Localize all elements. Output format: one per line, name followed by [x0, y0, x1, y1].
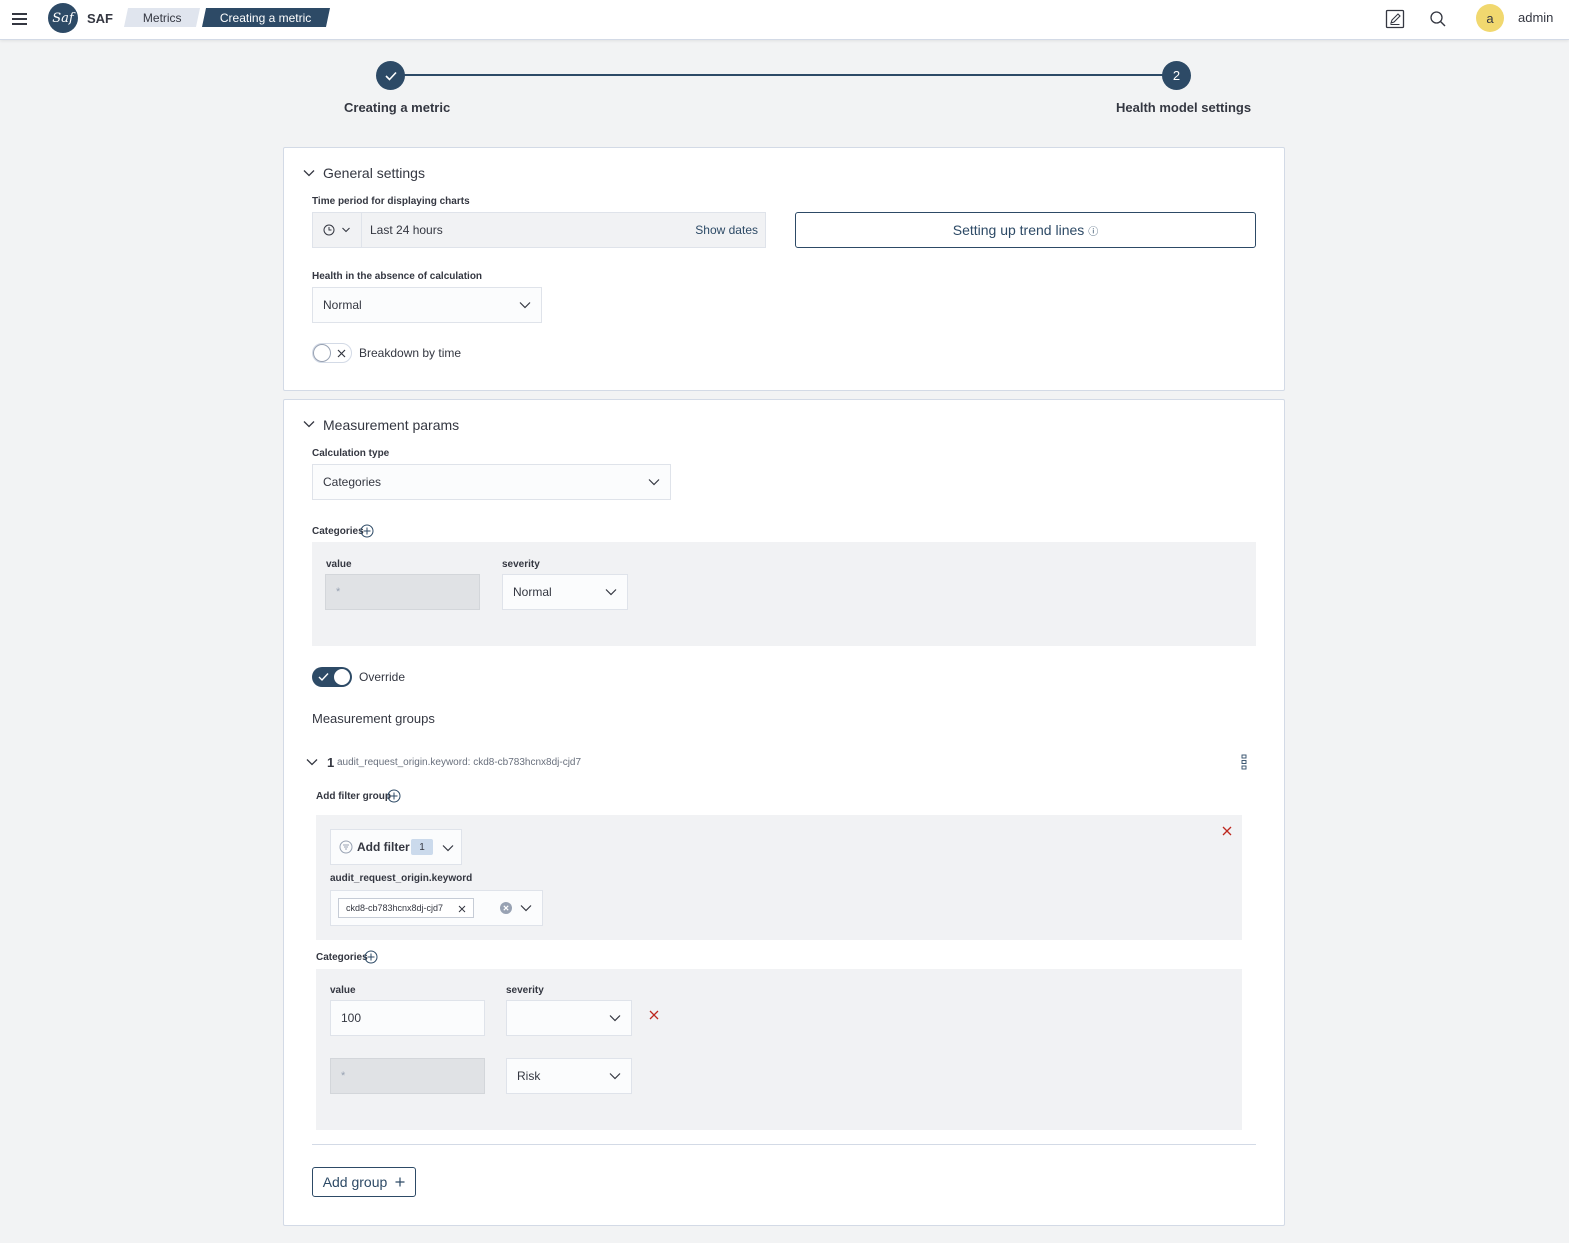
filter-count-badge: 1	[411, 839, 433, 855]
divider	[312, 1144, 1256, 1145]
severity-value: Normal	[513, 585, 552, 599]
breadcrumb-current: Creating a metric	[201, 8, 331, 27]
show-dates-link[interactable]: Show dates	[695, 223, 758, 237]
group-categories-box: value severity 100 * Risk	[316, 969, 1242, 1130]
categories-label: Categories	[312, 526, 364, 537]
remove-filter-group-icon[interactable]	[1221, 825, 1233, 837]
time-period-picker: Last 24 hours Show dates	[312, 212, 766, 248]
chevron-down-icon	[648, 479, 660, 486]
chevron-down-icon	[609, 1073, 621, 1080]
add-filter-group-label: Add filter group	[316, 791, 391, 802]
app-logo[interactable]: Saf	[48, 3, 78, 33]
filter-icon	[339, 840, 353, 854]
add-filter-label: Add filter	[357, 840, 410, 854]
clock-icon	[323, 224, 335, 236]
filter-group-box: Add filter 1 audit_request_origin.keywor…	[316, 815, 1242, 940]
category-value-input[interactable]: 100	[330, 1000, 485, 1036]
measurement-params-title: Measurement params	[323, 417, 460, 433]
add-group-label: Add group	[322, 1174, 388, 1190]
user-avatar[interactable]: a	[1476, 4, 1504, 32]
chevron-down-icon	[605, 589, 617, 596]
check-icon	[318, 673, 329, 682]
search-icon[interactable]	[1428, 9, 1448, 29]
filter-chip-text: ckd8-cb783hcnx8dj-cjd7	[346, 903, 444, 913]
category-severity-select[interactable]	[506, 1000, 632, 1036]
override-label: Override	[359, 670, 406, 684]
default-categories-box: value severity * Normal	[312, 542, 1256, 646]
breadcrumb-metrics[interactable]: Metrics	[123, 8, 201, 27]
clear-icon[interactable]	[499, 901, 513, 915]
app-name: SAF	[87, 11, 113, 26]
default-category-value: *	[325, 574, 480, 610]
value-header: value	[326, 559, 352, 570]
step-2-label: Health model settings	[1116, 100, 1252, 115]
filter-value-combobox[interactable]: ckd8-cb783hcnx8dj-cjd7	[330, 890, 543, 926]
default-category-severity-select[interactable]: Risk	[506, 1058, 632, 1094]
add-filter-group-icon[interactable]	[387, 789, 401, 803]
chevron-down-icon[interactable]	[442, 842, 454, 854]
group-categories-label: Categories	[316, 952, 368, 963]
breakdown-toggle[interactable]	[312, 343, 352, 363]
measurement-groups-title: Measurement groups	[312, 711, 435, 726]
health-select-value: Normal	[323, 298, 362, 312]
general-settings-panel: General settings Time period for display…	[283, 147, 1285, 391]
chevron-down-icon	[342, 227, 350, 233]
general-settings-title: General settings	[323, 165, 425, 181]
severity-header: severity	[502, 559, 540, 570]
remove-chip-icon[interactable]	[458, 905, 466, 913]
calc-type-select[interactable]: Categories	[312, 464, 671, 500]
more-options-icon[interactable]	[1241, 754, 1247, 770]
filter-field-label: audit_request_origin.keyword	[330, 873, 473, 884]
override-toggle[interactable]	[312, 667, 352, 687]
group-description: audit_request_origin.keyword: ckd8-cb783…	[337, 757, 582, 768]
calc-type-label: Calculation type	[312, 448, 390, 459]
default-category-value: *	[330, 1058, 485, 1094]
cross-icon	[337, 349, 346, 358]
add-group-button[interactable]: Add group	[312, 1167, 416, 1197]
setting-up-trend-lines-button[interactable]: Setting up trend lines ⓘ	[795, 212, 1256, 248]
add-filter-button[interactable]: Add filter 1	[330, 829, 462, 865]
group-value-header: value	[330, 985, 356, 996]
group-severity-header: severity	[506, 985, 544, 996]
time-period-value[interactable]: Last 24 hours	[370, 223, 443, 237]
filter-chip: ckd8-cb783hcnx8dj-cjd7	[338, 898, 474, 918]
step-2-indicator: 2	[1162, 61, 1191, 90]
collapse-chevron-icon[interactable]	[302, 417, 316, 431]
health-select[interactable]: Normal	[312, 287, 542, 323]
collapse-chevron-icon[interactable]	[302, 166, 316, 180]
health-label: Health in the absence of calculation	[312, 271, 483, 282]
calc-type-value: Categories	[323, 475, 382, 489]
group-number: 1	[327, 755, 335, 770]
top-header: Saf SAF Metrics Creating a metric a admi…	[0, 0, 1569, 40]
chevron-down-icon	[519, 302, 531, 309]
username[interactable]: admin	[1518, 10, 1553, 25]
quick-select-button[interactable]	[313, 213, 362, 247]
trend-button-label: Setting up trend lines	[952, 222, 1085, 238]
plus-icon	[395, 1177, 405, 1187]
time-period-label: Time period for displaying charts	[312, 196, 470, 207]
chevron-down-icon[interactable]	[520, 902, 532, 914]
add-category-icon[interactable]	[360, 524, 374, 538]
default-category-severity-select[interactable]: Normal	[502, 574, 628, 610]
info-icon: ⓘ	[1088, 226, 1099, 238]
step-1-label: Creating a metric	[344, 100, 451, 115]
edit-icon[interactable]	[1385, 9, 1405, 29]
stepper-line	[404, 74, 1164, 76]
measurement-params-panel: Measurement params Calculation type Cate…	[283, 399, 1285, 1226]
remove-category-icon[interactable]	[648, 1009, 660, 1021]
step-1-complete-icon	[376, 61, 405, 90]
add-group-category-icon[interactable]	[364, 950, 378, 964]
hamburger-menu-icon[interactable]	[8, 8, 30, 30]
severity-value: Risk	[517, 1069, 541, 1083]
breakdown-label: Breakdown by time	[359, 346, 462, 360]
chevron-down-icon	[609, 1015, 621, 1022]
group-collapse-chevron-icon[interactable]	[305, 755, 319, 769]
